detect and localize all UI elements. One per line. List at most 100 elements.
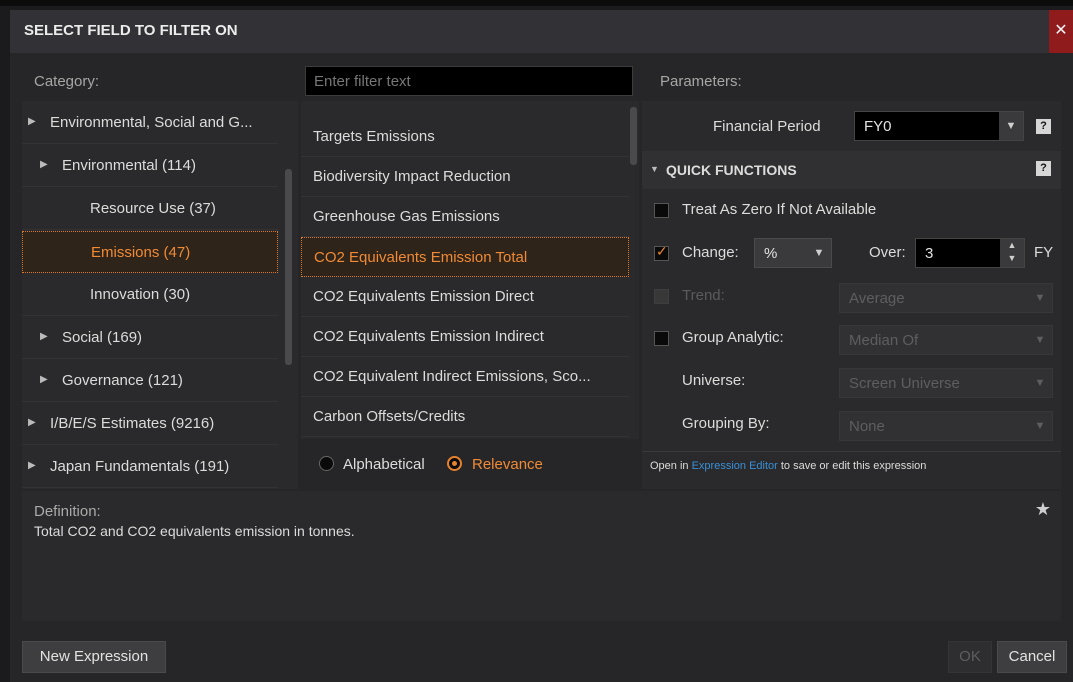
- over-value: 3: [925, 245, 934, 262]
- category-label: Japan Fundamentals (191): [50, 458, 230, 475]
- category-item[interactable]: Resource Use (37): [22, 188, 278, 230]
- chevron-down-icon: ▼: [1034, 420, 1046, 432]
- trend-select[interactable]: Average ▼: [839, 283, 1053, 313]
- chevron-down-icon: ▼: [1034, 334, 1046, 346]
- field-scrollbar[interactable]: [630, 107, 637, 165]
- expand-triangle-icon[interactable]: ▶: [28, 460, 36, 471]
- group-analytic-value: Median Of: [849, 332, 919, 349]
- alphabetical-label[interactable]: Alphabetical: [343, 456, 425, 473]
- expression-prefix: Open in: [650, 460, 689, 472]
- sort-options: Alphabetical Relevance: [301, 445, 639, 485]
- field-item[interactable]: Greenhouse Gas Emissions: [301, 197, 629, 237]
- universe-value: Screen Universe: [849, 375, 960, 392]
- financial-period-select[interactable]: FY0 ▼: [854, 111, 1024, 141]
- close-button[interactable]: ✕: [1049, 10, 1073, 53]
- field-item[interactable]: Carbon Offsets/Credits: [301, 397, 629, 437]
- group-analytic-checkbox[interactable]: [654, 331, 669, 346]
- category-item[interactable]: ▶ Governance (121): [22, 360, 278, 402]
- change-checkbox[interactable]: ✓: [654, 243, 669, 261]
- field-label: Biodiversity Impact Reduction: [313, 168, 511, 185]
- financial-period-value: FY0: [864, 118, 892, 135]
- universe-select[interactable]: Screen Universe ▼: [839, 368, 1053, 398]
- change-select[interactable]: % ▼: [754, 238, 832, 268]
- expand-triangle-icon[interactable]: ▶: [28, 116, 36, 127]
- cancel-button[interactable]: Cancel: [997, 641, 1067, 673]
- help-icon[interactable]: ?: [1036, 119, 1051, 134]
- category-scrollbar[interactable]: [285, 169, 292, 365]
- grouping-by-select[interactable]: None ▼: [839, 411, 1053, 441]
- field-label: Carbon Offsets/Credits: [313, 408, 466, 425]
- checkmark-icon: ✓: [656, 243, 668, 259]
- trend-label: Trend:: [682, 287, 725, 304]
- category-label: Environmental, Social and G...: [50, 114, 253, 131]
- trend-checkbox[interactable]: [654, 289, 669, 304]
- dialog-titlebar: SELECT FIELD TO FILTER ON ✕: [10, 10, 1073, 53]
- over-stepper[interactable]: 3 ▲ ▼: [915, 238, 1025, 268]
- category-item[interactable]: ▶ Environmental, Social and G...: [22, 102, 278, 144]
- change-value: %: [764, 245, 778, 262]
- category-item[interactable]: ▶ I/B/E/S Estimates (9216): [22, 403, 278, 445]
- field-label: CO2 Equivalents Emission Total: [314, 249, 528, 266]
- field-label: CO2 Equivalents Emission Indirect: [313, 328, 544, 345]
- chevron-down-icon: ▼: [1034, 377, 1046, 389]
- close-icon: ✕: [1054, 22, 1068, 39]
- quick-functions-help-icon[interactable]: ?: [1036, 161, 1051, 176]
- grouping-by-value: None: [849, 418, 885, 435]
- expand-triangle-icon[interactable]: ▶: [40, 331, 48, 342]
- category-item[interactable]: ▶ Environmental (114): [22, 145, 278, 187]
- change-label: Change:: [682, 244, 739, 261]
- dialog-title: SELECT FIELD TO FILTER ON: [24, 22, 238, 39]
- ok-button[interactable]: OK: [948, 641, 992, 673]
- category-label: Environmental (114): [62, 157, 196, 174]
- new-expression-button[interactable]: New Expression: [22, 641, 166, 673]
- category-header: Category:: [34, 73, 100, 90]
- category-label: Governance (121): [62, 372, 183, 389]
- field-item[interactable]: CO2 Equivalents Emission Total: [301, 237, 629, 277]
- treat-zero-label: Treat As Zero If Not Available: [682, 201, 877, 218]
- divider: [642, 451, 1061, 452]
- definition-panel: Definition: Total CO2 and CO2 equivalent…: [22, 491, 1061, 621]
- universe-label: Universe:: [682, 372, 746, 389]
- definition-text: Total CO2 and CO2 equivalents emission i…: [34, 523, 355, 539]
- category-item[interactable]: ▶ Japan Fundamentals (191): [22, 446, 278, 488]
- over-label: Over:: [869, 244, 906, 261]
- field-label: Targets Emissions: [313, 128, 435, 145]
- expand-triangle-icon[interactable]: ▶: [40, 159, 48, 170]
- expand-triangle-icon[interactable]: ▶: [28, 417, 36, 428]
- category-item[interactable]: ▶ Social (169): [22, 317, 278, 359]
- category-tree: ▶ Environmental, Social and G... ▶ Environm…: [22, 101, 298, 489]
- parameters-panel: Financial Period FY0 ▼ ? ▼ QUICK FUNCTIO…: [642, 101, 1061, 489]
- field-item[interactable]: CO2 Equivalents Emission Indirect: [301, 317, 629, 357]
- field-list: Targets Emissions Biodiversity Impact Red…: [301, 101, 639, 439]
- field-item[interactable]: CO2 Equivalent Indirect Emissions, Sco..…: [301, 357, 629, 397]
- field-item[interactable]: Biodiversity Impact Reduction: [301, 157, 629, 197]
- trend-value: Average: [849, 290, 905, 307]
- category-label: Innovation (30): [90, 286, 191, 303]
- category-item[interactable]: Innovation (30): [22, 274, 278, 316]
- filter-input[interactable]: [305, 66, 633, 96]
- field-label: CO2 Equivalent Indirect Emissions, Sco..…: [313, 368, 591, 385]
- expression-editor-link[interactable]: Expression Editor: [692, 460, 778, 472]
- over-unit: FY: [1034, 244, 1054, 261]
- expand-triangle-icon[interactable]: ▶: [40, 374, 48, 385]
- financial-period-label: Financial Period: [713, 118, 821, 135]
- field-item[interactable]: Targets Emissions: [301, 117, 629, 157]
- treat-zero-checkbox[interactable]: [654, 203, 669, 218]
- definition-label: Definition:: [34, 503, 101, 520]
- quick-functions-label: QUICK FUNCTIONS: [666, 162, 797, 178]
- relevance-radio[interactable]: [447, 456, 462, 471]
- quick-functions-header[interactable]: ▼ QUICK FUNCTIONS ?: [642, 151, 1061, 189]
- category-label: Resource Use (37): [90, 200, 216, 217]
- relevance-label[interactable]: Relevance: [472, 456, 543, 473]
- alphabetical-radio[interactable]: [319, 456, 334, 471]
- field-label: CO2 Equivalents Emission Direct: [313, 288, 534, 305]
- stepper-arrows-icon[interactable]: ▲ ▼: [1000, 239, 1024, 267]
- group-analytic-select[interactable]: Median Of ▼: [839, 325, 1053, 355]
- star-icon[interactable]: ★: [1035, 499, 1051, 520]
- parameters-header: Parameters:: [660, 73, 742, 90]
- chevron-down-icon: ▼: [999, 112, 1023, 140]
- chevron-down-icon: ▼: [813, 247, 825, 259]
- field-item[interactable]: CO2 Equivalents Emission Direct: [301, 277, 629, 317]
- category-label: Emissions (47): [91, 244, 191, 261]
- category-item[interactable]: Emissions (47): [22, 231, 278, 273]
